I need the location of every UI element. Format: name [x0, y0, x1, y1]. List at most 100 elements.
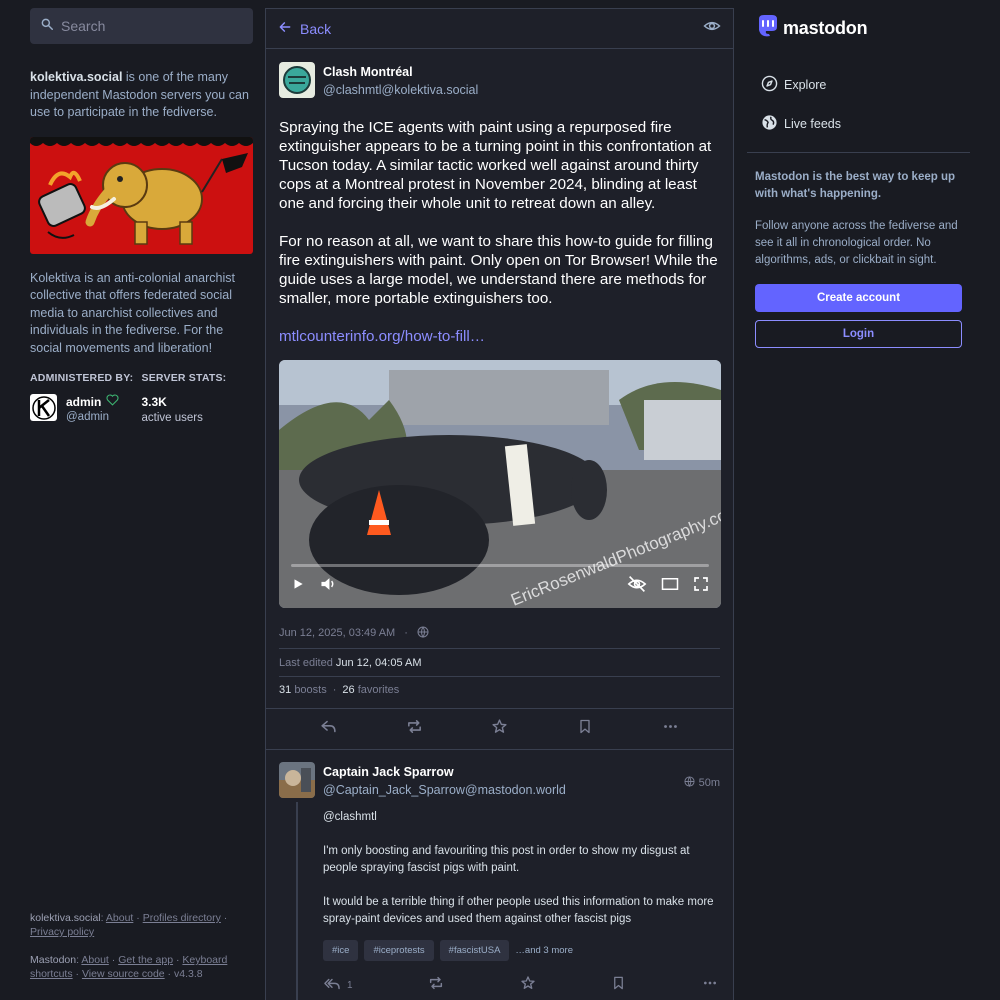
server-hero-image: [30, 136, 253, 254]
status-display-name: Clash Montréal: [323, 65, 413, 79]
left-column: Search kolektiva.social is one of the ma…: [30, 8, 253, 1000]
avatar: [30, 394, 57, 421]
reply-content: @clashmtl I'm only boosting and favourit…: [323, 809, 720, 928]
admin-handle: @admin: [66, 411, 109, 423]
reply-handle: @Captain_Jack_Sparrow@mastodon.world: [323, 783, 566, 797]
boost-icon[interactable]: [428, 975, 444, 996]
theater-mode-icon[interactable]: [661, 576, 679, 597]
footer-profiles-directory-link[interactable]: Profiles directory: [143, 912, 221, 924]
back-button[interactable]: Back: [278, 20, 331, 37]
hashtag-bar: #ice #iceprotests #fascistUSA …and 3 mor…: [323, 940, 720, 961]
more-hashtags-link[interactable]: …and 3 more: [515, 945, 573, 956]
reply-account[interactable]: Captain Jack Sparrow @Captain_Jack_Sparr…: [279, 762, 566, 798]
footer-get-app-link[interactable]: Get the app: [118, 954, 173, 966]
nav-explore[interactable]: Explore: [747, 65, 970, 104]
reply-time-text: 50m: [698, 776, 720, 789]
active-users-count: 3.3K: [141, 395, 167, 409]
status-meta: Jun 12, 2025, 03:49 AM ·: [279, 622, 720, 644]
admin-stats: ADMINISTERED BY: admin @admin SERVER STA…: [30, 372, 253, 424]
footer-mastodon-label: Mastodon: [30, 954, 77, 966]
admin-account[interactable]: admin @admin: [30, 394, 142, 423]
status-paragraph: Spraying the ICE agents with paint using…: [279, 119, 712, 212]
boosts-label: boosts: [294, 684, 327, 696]
edit-history[interactable]: Last edited Jun 12, 04:05 AM: [279, 648, 720, 676]
bookmark-icon[interactable]: [577, 718, 593, 740]
reply-icon[interactable]: [320, 718, 337, 740]
footer-about-link[interactable]: About: [106, 912, 133, 924]
more-icon[interactable]: [702, 975, 718, 996]
avatar: [279, 762, 315, 798]
sign-up-promo: Mastodon is the best way to keep up with…: [755, 169, 962, 348]
hashtag[interactable]: #iceprotests: [364, 940, 434, 961]
edited-value: Jun 12, 04:05 AM: [335, 657, 422, 669]
fullscreen-icon[interactable]: [693, 576, 709, 597]
status-timestamp[interactable]: Jun 12, 2025, 03:49 AM: [279, 627, 395, 639]
footer-source-code-link[interactable]: View source code: [82, 968, 165, 980]
right-column: mastodon Explore Live feeds Mastodon is …: [747, 8, 970, 1000]
login-button[interactable]: Login: [755, 320, 962, 348]
nav-live-feeds[interactable]: Live feeds: [747, 104, 970, 143]
compass-icon: [761, 75, 778, 95]
promo-text: Follow anyone across the fediverse and s…: [755, 220, 958, 266]
reply-mention[interactable]: @clashmtl: [323, 809, 720, 826]
more-icon[interactable]: [662, 718, 679, 740]
footer-mastodon-about-link[interactable]: About: [81, 954, 108, 966]
hashtag[interactable]: #fascistUSA: [439, 940, 510, 961]
globe-icon: [761, 114, 778, 134]
server-intro: kolektiva.social is one of the many inde…: [30, 69, 253, 122]
bookmark-icon[interactable]: [611, 975, 626, 996]
video-player[interactable]: EricRosenwaldPhotography.com: [279, 360, 721, 608]
reply-button[interactable]: 1: [323, 976, 353, 995]
reply-all-icon: [323, 976, 341, 995]
detailed-status: Clash Montréal @clashmtl@kolektiva.socia…: [266, 49, 733, 750]
reply-paragraph: I'm only boosting and favouriting this p…: [323, 845, 690, 874]
reply-time[interactable]: 50m: [684, 767, 720, 798]
admin-name: admin: [66, 394, 119, 409]
avatar: [279, 62, 315, 98]
star-icon[interactable]: [520, 975, 536, 996]
favorites-link[interactable]: 26 favorites: [342, 684, 399, 708]
server-stats-heading: SERVER STATS:: [141, 372, 227, 384]
arrow-left-icon: [278, 20, 292, 37]
footer-version: v4.3.8: [173, 968, 203, 980]
status-paragraph: For no reason at all, we want to share t…: [279, 233, 718, 307]
globe-icon: [417, 626, 429, 641]
navigation: Explore Live feeds: [747, 65, 970, 143]
play-icon[interactable]: [291, 577, 305, 596]
reply-action-bar: 1: [323, 975, 720, 996]
heart-icon: [106, 394, 119, 409]
status-link[interactable]: mtlcounterinfo.org/how-to-fill…: [279, 327, 720, 346]
status-content: Spraying the ICE agents with paint using…: [279, 118, 720, 346]
eye-off-icon[interactable]: [627, 575, 647, 598]
reply-status[interactable]: Captain Jack Sparrow @Captain_Jack_Sparr…: [266, 750, 733, 1000]
server-domain: kolektiva.social: [30, 70, 123, 84]
admin-name-text: admin: [66, 394, 102, 409]
search-icon: [40, 17, 54, 36]
status-action-bar: [266, 708, 733, 750]
mastodon-logo-text: mastodon: [783, 18, 868, 38]
eye-icon[interactable]: [703, 17, 721, 40]
back-label: Back: [300, 20, 332, 37]
volume-icon[interactable]: [319, 576, 337, 597]
hashtag[interactable]: #ice: [323, 940, 359, 961]
footer-privacy-policy-link[interactable]: Privacy policy: [30, 926, 94, 938]
globe-icon: [684, 775, 695, 790]
promo-heading: Mastodon is the best way to keep up with…: [755, 171, 956, 200]
footer-server-name: kolektiva.social: [30, 912, 101, 924]
boost-icon[interactable]: [406, 718, 423, 740]
create-account-button[interactable]: Create account: [755, 284, 962, 312]
search-input[interactable]: Search: [30, 8, 253, 44]
status-account[interactable]: Clash Montréal @clashmtl@kolektiva.socia…: [279, 62, 720, 98]
administered-by: ADMINISTERED BY: admin @admin: [30, 372, 142, 424]
mastodon-logo-icon: [757, 14, 779, 43]
star-icon[interactable]: [491, 718, 508, 740]
favorites-label: favorites: [357, 684, 400, 696]
divider: [747, 152, 970, 153]
administered-by-heading: ADMINISTERED BY:: [30, 372, 134, 384]
reply-paragraph: It would be a terrible thing if other pe…: [323, 896, 714, 925]
edited-label: Last edited: [279, 657, 333, 669]
boosts-link[interactable]: 31 boosts: [279, 684, 327, 708]
mastodon-logo[interactable]: mastodon: [757, 14, 970, 43]
server-description: Kolektiva is an anti-colonial anarchist …: [30, 270, 235, 355]
favorites-count: 26: [342, 684, 355, 696]
